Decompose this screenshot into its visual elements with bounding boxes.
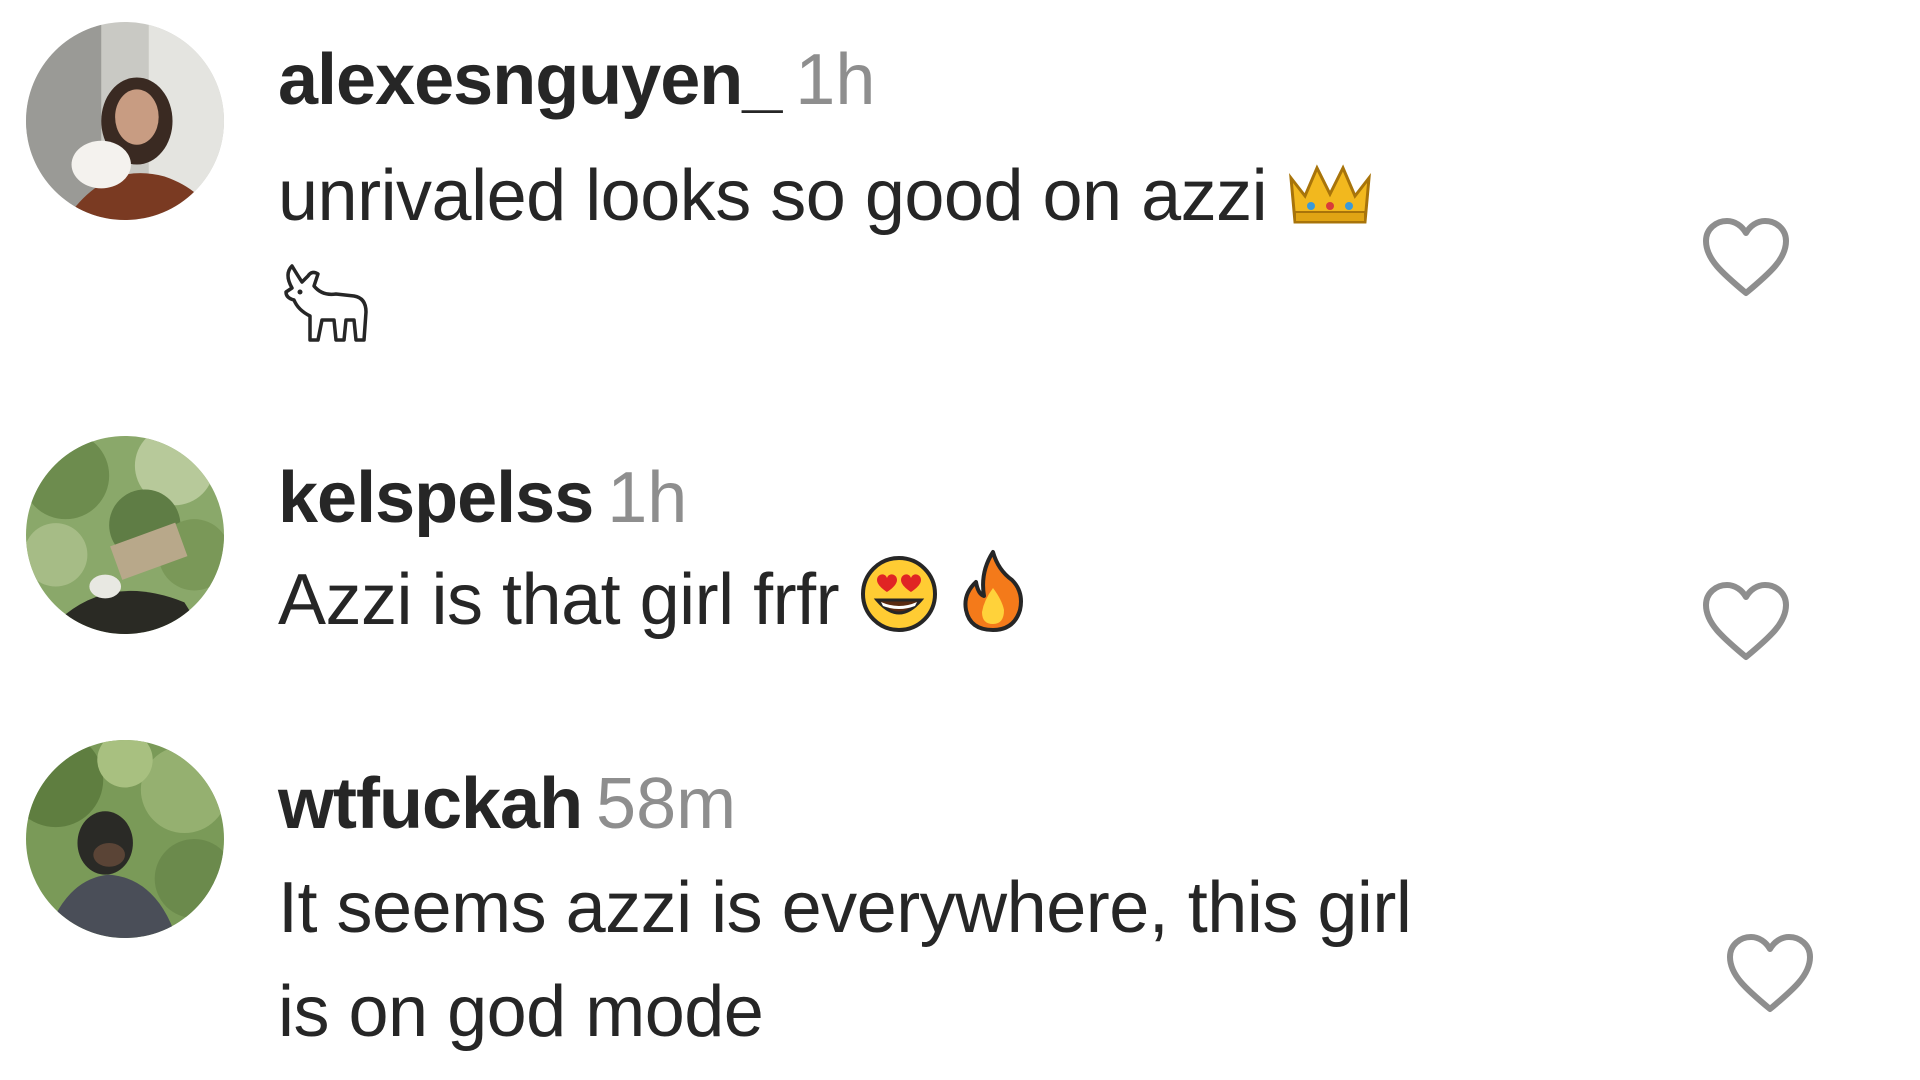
avatar[interactable] (26, 22, 224, 220)
comment-text-line2: is on god mode (278, 972, 764, 1052)
heart-outline-icon (1703, 218, 1789, 296)
comments-list: alexesnguyen_ 1h unrivaled looks so good … (0, 0, 1920, 1080)
fire-emoji (958, 548, 1028, 662)
like-button[interactable] (1698, 576, 1794, 666)
comment-text: It seems azzi is everywhere, this girl i… (278, 856, 1678, 1064)
like-button[interactable] (1698, 212, 1794, 302)
comment-username[interactable]: kelspelss (278, 458, 594, 538)
comment-text-content: Azzi is that girl frfr (278, 560, 840, 640)
avatar[interactable] (26, 436, 224, 634)
avatar-image (26, 22, 224, 220)
heart-outline-icon (1727, 934, 1813, 1012)
avatar[interactable] (26, 740, 224, 938)
comment-timestamp[interactable]: 1h (795, 40, 875, 120)
comment-text: Azzi is that girl frfr (278, 548, 1678, 662)
comment-timestamp[interactable]: 1h (607, 458, 687, 538)
heart-outline-icon (1703, 582, 1789, 660)
avatar-image (26, 740, 224, 938)
comment-text: unrivaled looks so good on azzi (278, 144, 1678, 258)
comment-item: kelspelss 1h Azzi is that girl frfr (0, 420, 1920, 720)
comment-text-content: unrivaled looks so good on azzi (278, 156, 1268, 236)
comment-timestamp[interactable]: 58m (596, 764, 736, 844)
comment-username[interactable]: wtfuckah (278, 764, 583, 844)
heart-eyes-emoji (859, 554, 939, 662)
comment-item: wtfuckah 58m It seems azzi is everywhere,… (0, 720, 1920, 1080)
goat-emoji (278, 260, 374, 374)
comment-username[interactable]: alexesnguyen_ (278, 40, 782, 120)
comment-text-line2 (278, 260, 1678, 374)
crown-emoji (1287, 154, 1373, 258)
comment-item: alexesnguyen_ 1h unrivaled looks so good … (0, 0, 1920, 400)
like-button[interactable] (1722, 928, 1818, 1018)
avatar-image (26, 436, 224, 634)
comment-text-line1: It seems azzi is everywhere, this girl (278, 868, 1412, 948)
